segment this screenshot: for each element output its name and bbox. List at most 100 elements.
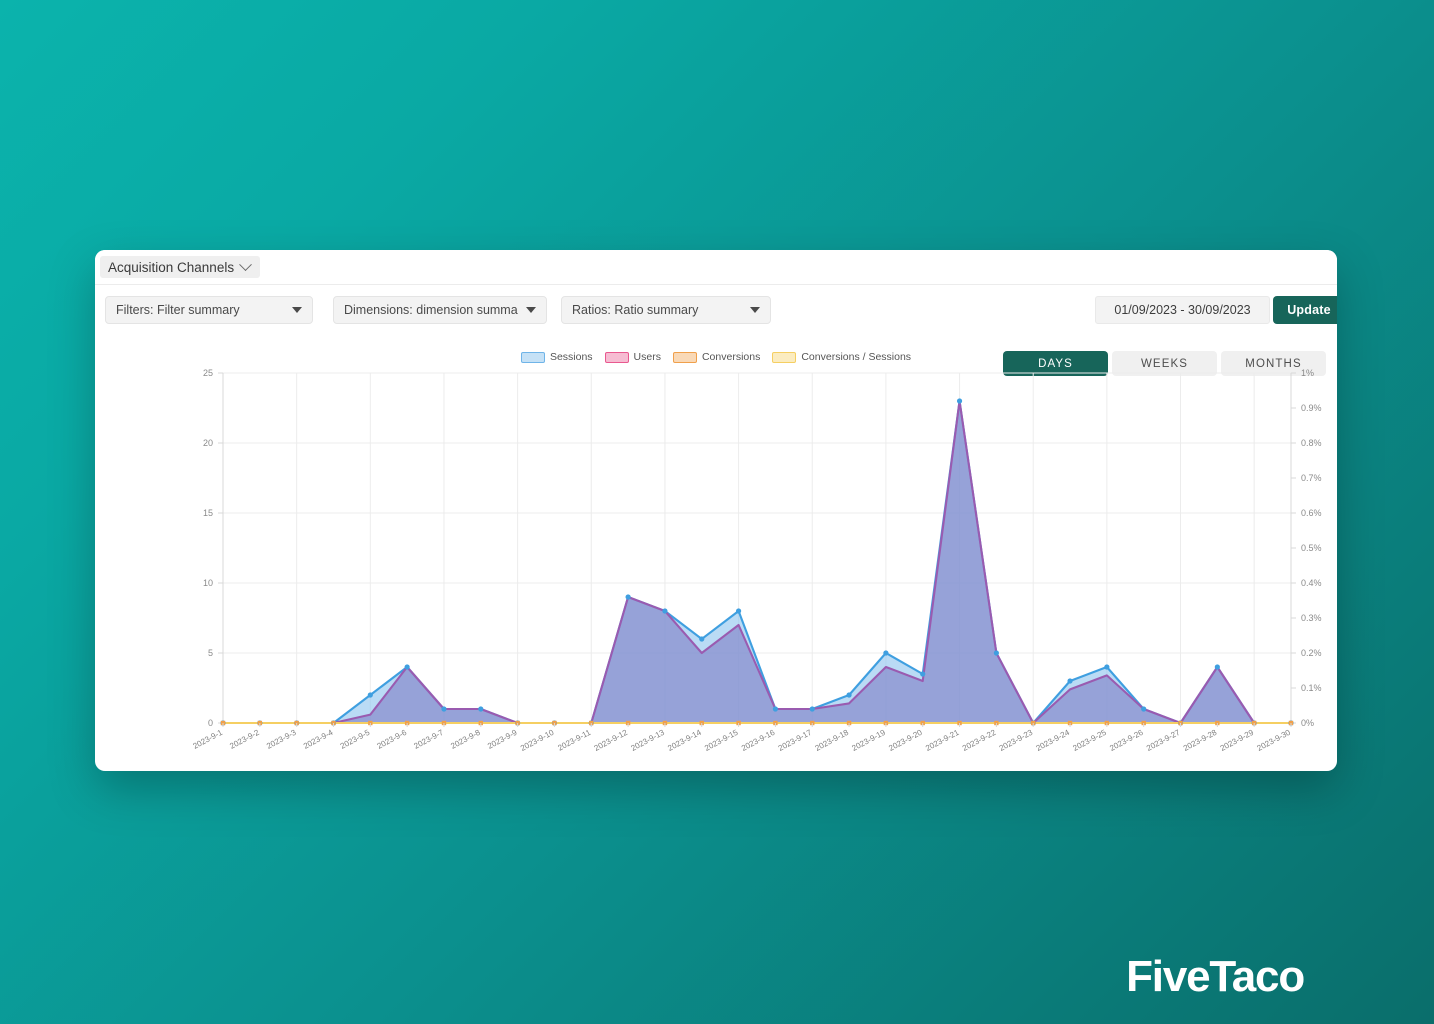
svg-text:2023-9-19: 2023-9-19 xyxy=(850,728,887,753)
timeseries-chart[interactable]: 0 5 10 15 20 25 0% 0.1% 0.2% 0.3% 0.4% 0.5% 0.6% 0.7%… xyxy=(95,363,1337,771)
legend-item-conversions[interactable]: Conversions xyxy=(672,351,760,363)
y-axis-right-tick: 0.7% xyxy=(1301,473,1322,483)
update-button[interactable]: Update xyxy=(1273,296,1337,324)
x-axis-tick: 2023-9-26 xyxy=(1108,728,1145,753)
data-point[interactable] xyxy=(846,692,852,698)
data-point[interactable] xyxy=(625,594,631,600)
x-axis-tick: 2023-9-25 xyxy=(1071,728,1108,753)
x-axis-tick: 2023-9-23 xyxy=(998,728,1035,753)
svg-text:2023-9-23: 2023-9-23 xyxy=(998,728,1035,753)
data-point[interactable] xyxy=(699,636,705,642)
svg-text:2023-9-25: 2023-9-25 xyxy=(1071,728,1108,753)
x-axis-tick: 2023-9-8 xyxy=(449,728,482,751)
svg-text:2023-9-17: 2023-9-17 xyxy=(777,728,814,753)
svg-text:2023-9-24: 2023-9-24 xyxy=(1035,728,1072,753)
date-range-value: 01/09/2023 - 30/09/2023 xyxy=(1114,303,1251,317)
brand-wordmark: FiveTaco xyxy=(1126,952,1305,1001)
x-axis-tick: 2023-9-7 xyxy=(412,728,445,751)
data-point[interactable] xyxy=(809,706,815,712)
data-point[interactable] xyxy=(1104,664,1110,670)
svg-text:2023-9-11: 2023-9-11 xyxy=(556,728,592,753)
data-point[interactable] xyxy=(883,650,889,656)
x-axis-tick: 2023-9-20 xyxy=(887,728,924,753)
data-point[interactable] xyxy=(441,706,447,712)
svg-text:2023-9-6: 2023-9-6 xyxy=(376,728,409,751)
chevron-down-icon xyxy=(292,307,302,313)
legend-item-users[interactable]: Users xyxy=(604,351,661,363)
x-axis-tick: 2023-9-14 xyxy=(666,728,703,753)
data-point[interactable] xyxy=(920,671,926,677)
x-axis-tick: 2023-9-15 xyxy=(703,728,740,753)
y-axis-left-tick: 15 xyxy=(203,508,213,518)
svg-text:2023-9-12: 2023-9-12 xyxy=(593,728,630,753)
legend-label-users: Users xyxy=(633,351,661,363)
x-axis-tick: 2023-9-29 xyxy=(1219,728,1256,753)
x-axis-tick: 2023-9-19 xyxy=(850,728,887,753)
x-axis-tick: 2023-9-6 xyxy=(376,728,409,751)
x-axis-tick: 2023-9-3 xyxy=(265,728,298,751)
x-axis-tick: 2023-9-5 xyxy=(339,728,372,751)
legend-label-conversions-sessions: Conversions / Sessions xyxy=(801,351,912,363)
x-axis-tick: 2023-9-13 xyxy=(629,728,666,753)
x-axis-tick: 2023-9-2 xyxy=(228,728,261,751)
svg-text:2023-9-18: 2023-9-18 xyxy=(814,728,851,753)
ratios-select[interactable]: Ratios: Ratio summary xyxy=(561,296,771,324)
acquisition-channels-selector[interactable]: Acquisition Channels xyxy=(100,256,261,278)
y-axis-left-tick: 0 xyxy=(208,718,213,728)
x-axis-tick: 2023-9-18 xyxy=(814,728,851,753)
svg-text:2023-9-21: 2023-9-21 xyxy=(924,728,961,753)
y-axis-left-tick: 25 xyxy=(203,368,213,378)
legend-label-sessions: Sessions xyxy=(549,351,593,363)
chart-legend: Sessions Users Conversions Conversions /… xyxy=(95,351,1337,363)
legend-swatch-conversions-sessions xyxy=(772,351,797,363)
data-point[interactable] xyxy=(1141,706,1147,712)
data-point[interactable] xyxy=(772,706,779,712)
svg-text:2023-9-26: 2023-9-26 xyxy=(1108,728,1145,753)
x-axis-tick: 2023-9-24 xyxy=(1035,728,1072,753)
x-axis-tick: 2023-9-28 xyxy=(1182,728,1219,753)
svg-text:2023-9-27: 2023-9-27 xyxy=(1145,728,1182,753)
analytics-card: Acquisition Channels Filters: Filter sum… xyxy=(95,250,1337,771)
dimensions-select[interactable]: Dimensions: dimension summary xyxy=(333,296,547,324)
data-point[interactable] xyxy=(367,692,373,698)
chart-svg: 0 5 10 15 20 25 0% 0.1% 0.2% 0.3% 0.4% 0.5% 0.6% 0.7%… xyxy=(191,368,1337,753)
legend-item-conversions-sessions[interactable]: Conversions / Sessions xyxy=(772,351,911,363)
data-point[interactable] xyxy=(735,608,742,614)
resize-handle-icon[interactable]: ⤢ xyxy=(1336,544,1337,554)
data-point[interactable] xyxy=(1214,664,1220,670)
data-point[interactable] xyxy=(1067,678,1073,684)
svg-text:2023-9-29: 2023-9-29 xyxy=(1219,728,1256,753)
y-axis-right-tick: 0.9% xyxy=(1301,403,1322,413)
filters-select-label: Filters: Filter summary xyxy=(116,303,240,317)
x-axis-tick: 2023-9-12 xyxy=(593,728,630,753)
legend-swatch-sessions xyxy=(520,351,545,363)
date-range-input[interactable]: 01/09/2023 - 30/09/2023 xyxy=(1095,296,1270,324)
data-point[interactable] xyxy=(956,398,963,404)
legend-swatch-conversions xyxy=(672,351,697,363)
filters-select[interactable]: Filters: Filter summary xyxy=(105,296,313,324)
data-point[interactable] xyxy=(404,664,410,670)
series-area-users xyxy=(223,401,1291,723)
svg-text:2023-9-1: 2023-9-1 xyxy=(191,728,224,751)
svg-text:2023-9-16: 2023-9-16 xyxy=(740,728,777,753)
svg-text:2023-9-9: 2023-9-9 xyxy=(486,728,519,751)
y-axis-right-tick: 0.5% xyxy=(1301,543,1322,553)
chevron-down-icon xyxy=(239,257,252,271)
data-point[interactable] xyxy=(478,706,484,712)
data-point[interactable] xyxy=(993,650,999,656)
y-axis-right-tick: 0.2% xyxy=(1301,648,1322,658)
x-axis-tick: 2023-9-22 xyxy=(961,728,998,753)
ratios-select-label: Ratios: Ratio summary xyxy=(572,303,699,317)
data-point[interactable] xyxy=(662,608,668,614)
x-axis-tick: 2023-9-17 xyxy=(777,728,814,753)
svg-text:2023-9-5: 2023-9-5 xyxy=(339,728,372,751)
svg-text:2023-9-4: 2023-9-4 xyxy=(302,728,335,751)
y-axis-right-tick: 0% xyxy=(1301,718,1314,728)
legend-item-sessions[interactable]: Sessions xyxy=(520,351,593,363)
svg-text:2023-9-10: 2023-9-10 xyxy=(519,728,556,753)
y-axis-left-tick: 5 xyxy=(208,648,213,658)
svg-text:2023-9-15: 2023-9-15 xyxy=(703,728,740,753)
y-axis-right-tick: 0.4% xyxy=(1301,578,1322,588)
y-axis-right-tick: 1% xyxy=(1301,368,1314,378)
svg-text:2023-9-8: 2023-9-8 xyxy=(449,728,482,751)
